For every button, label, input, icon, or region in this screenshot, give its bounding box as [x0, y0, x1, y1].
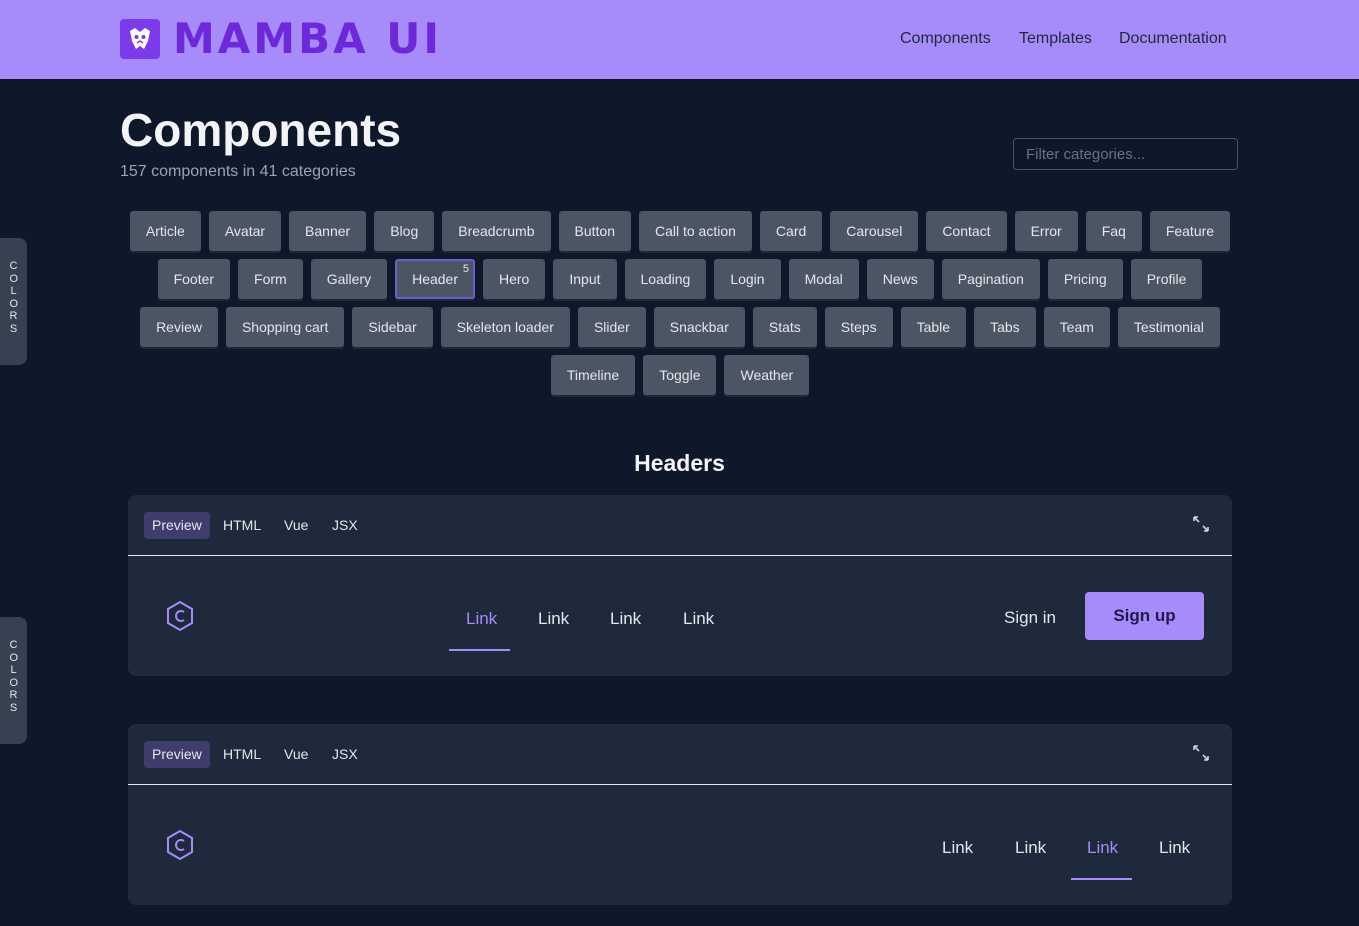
category-chip[interactable]: Button [558, 211, 631, 251]
category-chip[interactable]: Shopping cart [225, 307, 345, 347]
category-chip[interactable]: Blog [374, 211, 435, 251]
nav-link-documentation[interactable]: Documentation [1119, 30, 1227, 48]
category-chip[interactable]: Team [1043, 307, 1110, 347]
header-preview-card-2: Preview HTML Vue JSX Link Link Link Link [128, 724, 1232, 905]
tab-preview[interactable]: Preview [144, 512, 210, 539]
tab-jsx[interactable]: JSX [332, 741, 358, 768]
category-chip[interactable]: Banner [289, 211, 367, 251]
tab-preview[interactable]: Preview [144, 741, 210, 768]
category-chip[interactable]: Skeleton loader [440, 307, 570, 347]
category-chip-label: Header [412, 271, 458, 287]
category-count-badge: 5 [462, 263, 469, 275]
category-chip[interactable]: Contact [926, 211, 1007, 251]
category-chip[interactable]: Review [140, 307, 218, 347]
nav-link-templates[interactable]: Templates [1019, 30, 1092, 48]
chip-row: Article Avatar Banner Blog Breadcrumb Bu… [120, 211, 1240, 251]
category-chip[interactable]: Toggle [643, 355, 717, 395]
category-chip[interactable]: Tabs [974, 307, 1036, 347]
category-chip[interactable]: News [866, 259, 934, 299]
category-chip[interactable]: Snackbar [653, 307, 745, 347]
sign-up-button[interactable]: Sign up [1085, 592, 1204, 640]
header-link-active[interactable]: Link [1087, 838, 1118, 858]
header-link-active[interactable]: Link [466, 609, 497, 629]
category-chip[interactable]: Modal [788, 259, 859, 299]
category-chip[interactable]: Article [129, 211, 201, 251]
header-link[interactable]: Link [1159, 838, 1190, 858]
category-chip[interactable]: Loading [624, 259, 707, 299]
header-link[interactable]: Link [683, 609, 714, 629]
sign-in-link[interactable]: Sign in [1004, 608, 1056, 628]
category-chip[interactable]: Faq [1085, 211, 1142, 251]
page-title: Components [120, 104, 402, 156]
header-preview-card-1: Preview HTML Vue JSX Link Link Link Link… [128, 495, 1232, 676]
category-chip[interactable]: Gallery [310, 259, 388, 299]
category-chip[interactable]: Testimonial [1117, 307, 1220, 347]
colors-side-tab[interactable]: COLORS [0, 238, 27, 365]
category-chip[interactable]: Table [900, 307, 967, 347]
components-count: 157 components in 41 categories [120, 163, 356, 180]
category-chip[interactable]: Input [553, 259, 617, 299]
category-chip[interactable]: Profile [1130, 259, 1203, 299]
category-chip[interactable]: Slider [577, 307, 646, 347]
colors-side-tab-2[interactable]: COLORS [0, 617, 27, 744]
category-chip[interactable]: Breadcrumb [442, 211, 551, 251]
category-chip[interactable]: Carousel [830, 211, 919, 251]
category-chip[interactable]: Pricing [1047, 259, 1123, 299]
category-chip-active[interactable]: Header 5 [395, 259, 475, 299]
category-chip[interactable]: Error [1014, 211, 1078, 251]
tab-vue[interactable]: Vue [284, 741, 308, 768]
expand-icon[interactable] [1192, 515, 1210, 538]
colors-tab-label: COLORS [9, 639, 19, 714]
code-tabs-bar: Preview HTML Vue JSX [128, 724, 1232, 785]
tab-html[interactable]: HTML [223, 741, 261, 768]
tab-html[interactable]: HTML [223, 512, 261, 539]
category-chip[interactable]: Form [238, 259, 303, 299]
code-tabs-bar: Preview HTML Vue JSX [128, 495, 1232, 556]
category-chip[interactable]: Card [759, 211, 823, 251]
hexagon-logo-icon[interactable] [165, 600, 195, 637]
category-chips: Article Avatar Banner Blog Breadcrumb Bu… [120, 211, 1240, 403]
tab-vue[interactable]: Vue [284, 512, 308, 539]
colors-tab-label: COLORS [9, 260, 19, 335]
filter-categories-input[interactable] [1013, 138, 1238, 170]
nav-link-components[interactable]: Components [900, 30, 991, 48]
category-chip[interactable]: Steps [824, 307, 893, 347]
category-chip[interactable]: Sidebar [352, 307, 433, 347]
chip-row: Timeline Toggle Weather [120, 355, 1240, 395]
category-chip[interactable]: Weather [724, 355, 810, 395]
tab-jsx[interactable]: JSX [332, 512, 358, 539]
active-link-underline [1071, 878, 1132, 880]
category-chip[interactable]: Feature [1149, 211, 1231, 251]
category-chip[interactable]: Avatar [208, 211, 282, 251]
header-link[interactable]: Link [942, 838, 973, 858]
category-chip[interactable]: Hero [483, 259, 546, 299]
mamba-logo-icon[interactable] [120, 19, 160, 59]
expand-icon[interactable] [1192, 744, 1210, 767]
category-chip[interactable]: Stats [752, 307, 817, 347]
chip-row: Review Shopping cart Sidebar Skeleton lo… [120, 307, 1240, 347]
category-chip[interactable]: Footer [157, 259, 231, 299]
category-chip[interactable]: Timeline [550, 355, 636, 395]
header-link[interactable]: Link [1015, 838, 1046, 858]
category-chip[interactable]: Call to action [638, 211, 752, 251]
header-link[interactable]: Link [538, 609, 569, 629]
brand-name[interactable]: MAMBA UI [173, 15, 442, 63]
hexagon-logo-icon[interactable] [165, 829, 195, 866]
category-chip[interactable]: Login [714, 259, 781, 299]
header-link[interactable]: Link [610, 609, 641, 629]
active-link-underline [449, 649, 510, 651]
category-chip[interactable]: Pagination [941, 259, 1040, 299]
top-navbar: MAMBA UI Components Templates Documentat… [0, 0, 1359, 79]
section-title: Headers [634, 450, 725, 476]
chip-row: Footer Form Gallery Header 5 Hero Input … [120, 259, 1240, 299]
